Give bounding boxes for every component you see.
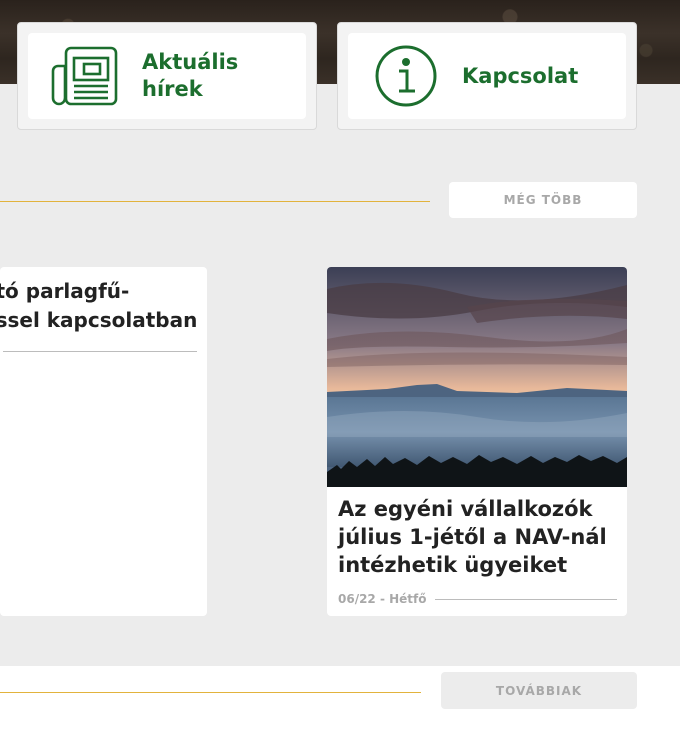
info-icon — [370, 44, 442, 108]
quick-link-contact-card[interactable]: Kapcsolat — [337, 22, 637, 130]
section-divider — [0, 201, 430, 202]
news-card[interactable]: ató parlagfű- éssel kapcsolatban — [0, 267, 207, 616]
news-meta-divider — [434, 598, 617, 600]
quick-link-news-card[interactable]: Aktuális hírek — [17, 22, 317, 130]
news-meta-divider — [3, 351, 197, 352]
section-divider — [0, 692, 421, 693]
further-button[interactable]: TOVÁBBIAK — [441, 672, 637, 709]
quick-link-contact-label: Kapcsolat — [462, 63, 579, 88]
news-title[interactable]: ató parlagfű- éssel kapcsolatban — [0, 277, 202, 335]
news-title[interactable]: Az egyéni vállalkozók július 1-jétől a N… — [338, 495, 620, 579]
newspaper-icon — [50, 44, 122, 108]
quick-link-news-label: Aktuális hírek — [142, 50, 239, 101]
news-meta: 06/22 - Hétfő — [338, 592, 617, 606]
news-image[interactable] — [327, 267, 627, 487]
news-date: 06/22 - Hétfő — [338, 592, 427, 606]
news-card[interactable]: Az egyéni vállalkozók július 1-jétől a N… — [327, 267, 627, 616]
more-news-button[interactable]: MÉG TÖBB — [449, 182, 637, 218]
